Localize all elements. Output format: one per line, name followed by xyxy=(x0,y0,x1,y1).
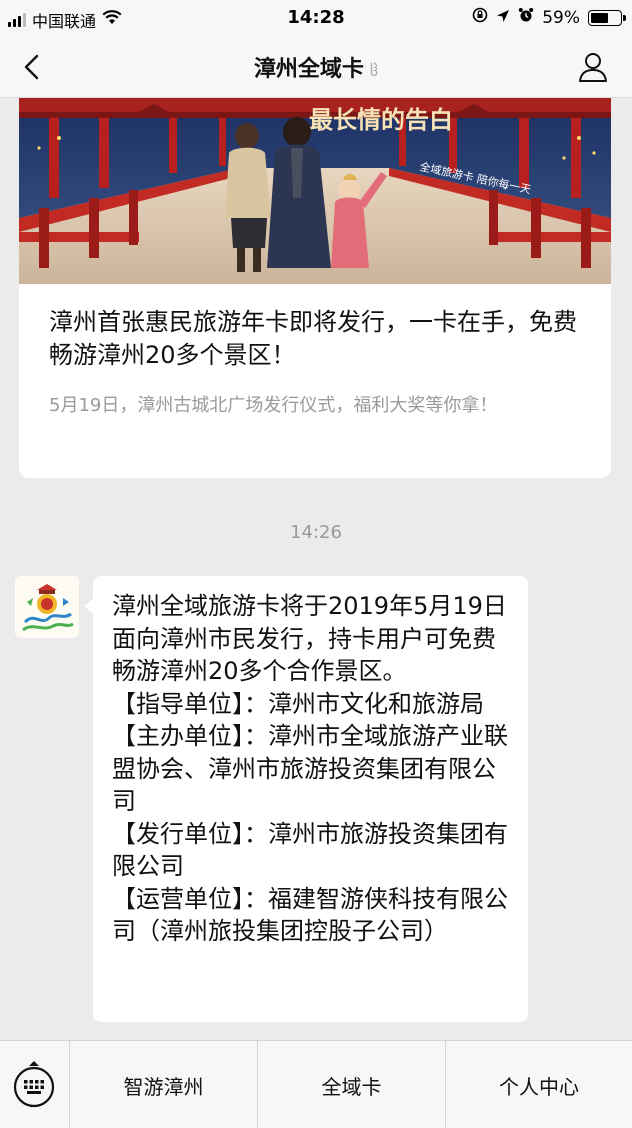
menu-item-zhiyou-zhangzhou[interactable]: 智游漳州 xyxy=(70,1041,258,1128)
menu-item-quanyu-card[interactable]: 全域卡 xyxy=(258,1041,446,1128)
bottom-menu: 智游漳州 全域卡 个人中心 xyxy=(0,1040,632,1128)
profile-button[interactable] xyxy=(576,50,610,84)
account-avatar[interactable] xyxy=(15,576,79,638)
article-banner-image: 最长情的告白 全域旅游卡 陪你每一天 xyxy=(19,98,611,284)
keyboard-icon xyxy=(13,1061,55,1108)
user-icon xyxy=(579,53,607,82)
location-icon xyxy=(496,8,510,28)
message-bubble[interactable]: 漳州全域旅游卡将于2019年5月19日面向漳州市民发行，持卡用户可免费畅游漳州2… xyxy=(84,576,528,1022)
status-right: 59% xyxy=(472,7,626,28)
page-title-text: 漳州全域卡 xyxy=(253,57,364,82)
ear-mode-icon: ჱ xyxy=(369,61,379,80)
status-bar: 中国联通 14:28 59% xyxy=(0,0,632,36)
screen-lock-icon xyxy=(472,7,488,28)
battery-fill xyxy=(591,12,608,23)
nav-bar: 漳州全域卡 ჱ xyxy=(0,36,632,98)
battery-icon xyxy=(588,9,626,26)
menu-item-personal-center[interactable]: 个人中心 xyxy=(446,1041,632,1128)
article-description: 5月19日，漳州古城北广场发行仪式，福利大奖等你拿！ xyxy=(49,395,498,416)
alarm-icon xyxy=(518,7,534,28)
article-title[interactable]: 漳州首张惠民旅游年卡即将发行，一卡在手，免费畅游漳州20多个景区！ xyxy=(49,306,589,372)
page-title: 漳州全域卡 ჱ xyxy=(0,51,632,83)
message-timestamp: 14:26 xyxy=(290,522,342,543)
battery-percent: 59% xyxy=(542,7,580,28)
keyboard-toggle-button[interactable] xyxy=(0,1041,70,1128)
banner-slogan: 最长情的告白 xyxy=(309,105,453,134)
article-card[interactable]: 最长情的告白 全域旅游卡 陪你每一天 漳州首张惠民旅游年卡即将发行，一卡在手，免… xyxy=(19,98,611,478)
message-text: 漳州全域旅游卡将于2019年5月19日面向漳州市民发行，持卡用户可免费畅游漳州2… xyxy=(112,592,508,945)
